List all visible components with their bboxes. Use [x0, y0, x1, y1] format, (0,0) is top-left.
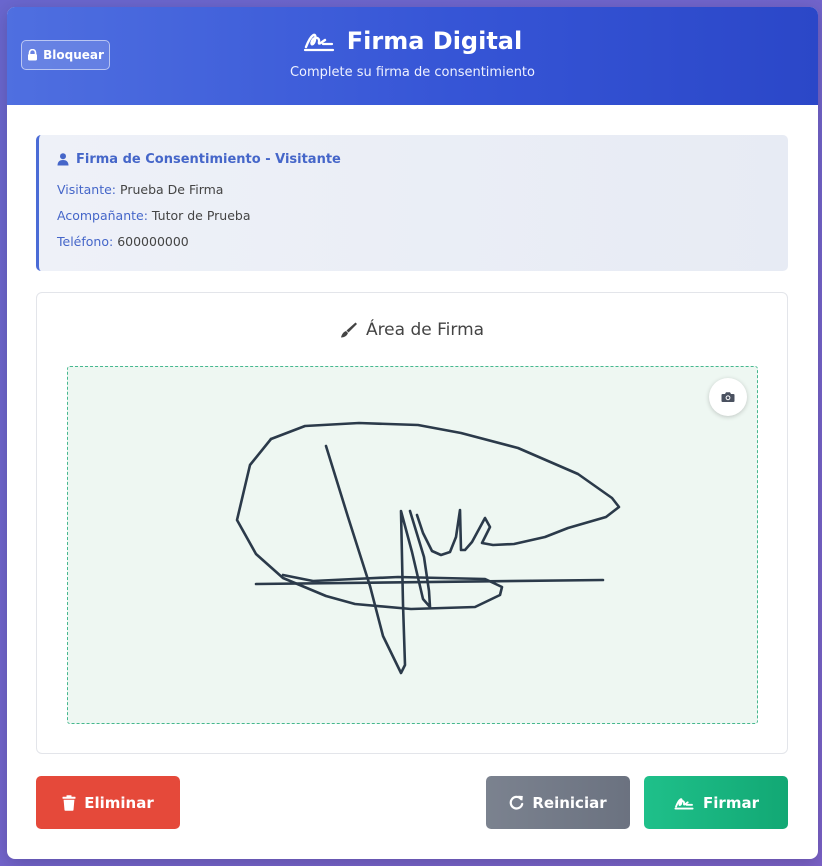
visitor-info-title: Firma de Consentimiento - Visitante	[57, 152, 341, 167]
redo-icon	[510, 795, 524, 810]
header: Bloquear Firma Digital Complete su firma…	[7, 7, 818, 105]
page-title: Firma Digital	[7, 27, 818, 55]
visitor-info-panel: Firma de Consentimiento - Visitante Visi…	[36, 135, 788, 271]
info-value: 600000000	[117, 234, 189, 249]
trash-icon	[62, 794, 76, 811]
sign-button[interactable]: Firmar	[644, 776, 788, 829]
signature-strokes	[235, 421, 621, 675]
info-label: Visitante:	[57, 182, 117, 197]
info-row-visitor: Visitante: Prueba De Firma	[57, 182, 223, 197]
signature-icon	[674, 797, 694, 809]
visitor-info-title-text: Firma de Consentimiento - Visitante	[76, 152, 341, 167]
reset-button[interactable]: Reiniciar	[486, 776, 630, 829]
signature-card: Bloquear Firma Digital Complete su firma…	[7, 7, 818, 859]
user-icon	[57, 153, 69, 166]
signature-stroke-top	[269, 421, 621, 557]
signature-area-title: Área de Firma	[37, 320, 787, 340]
info-row-companion: Acompañante: Tutor de Prueba	[57, 208, 251, 223]
sign-button-label: Firmar	[703, 793, 759, 812]
info-value: Tutor de Prueba	[151, 208, 251, 223]
page-title-text: Firma Digital	[346, 27, 523, 55]
signature-stroke-down	[324, 444, 432, 675]
signature-area-title-text: Área de Firma	[365, 320, 485, 340]
reset-button-label: Reiniciar	[532, 793, 607, 812]
delete-button[interactable]: Eliminar	[36, 776, 180, 829]
info-label: Teléfono:	[57, 234, 114, 249]
pen-icon	[340, 322, 357, 338]
info-row-phone: Teléfono: 600000000	[57, 234, 189, 249]
info-value: Prueba De Firma	[120, 182, 224, 197]
info-label: Acompañante:	[57, 208, 148, 223]
camera-icon	[721, 392, 735, 402]
capture-button[interactable]	[709, 378, 747, 416]
delete-button-label: Eliminar	[84, 793, 154, 812]
signature-icon	[303, 33, 334, 52]
signature-canvas[interactable]	[67, 366, 758, 724]
signature-panel: Área de Firma	[36, 292, 788, 754]
page-subtitle: Complete su firma de consentimiento	[289, 65, 535, 80]
